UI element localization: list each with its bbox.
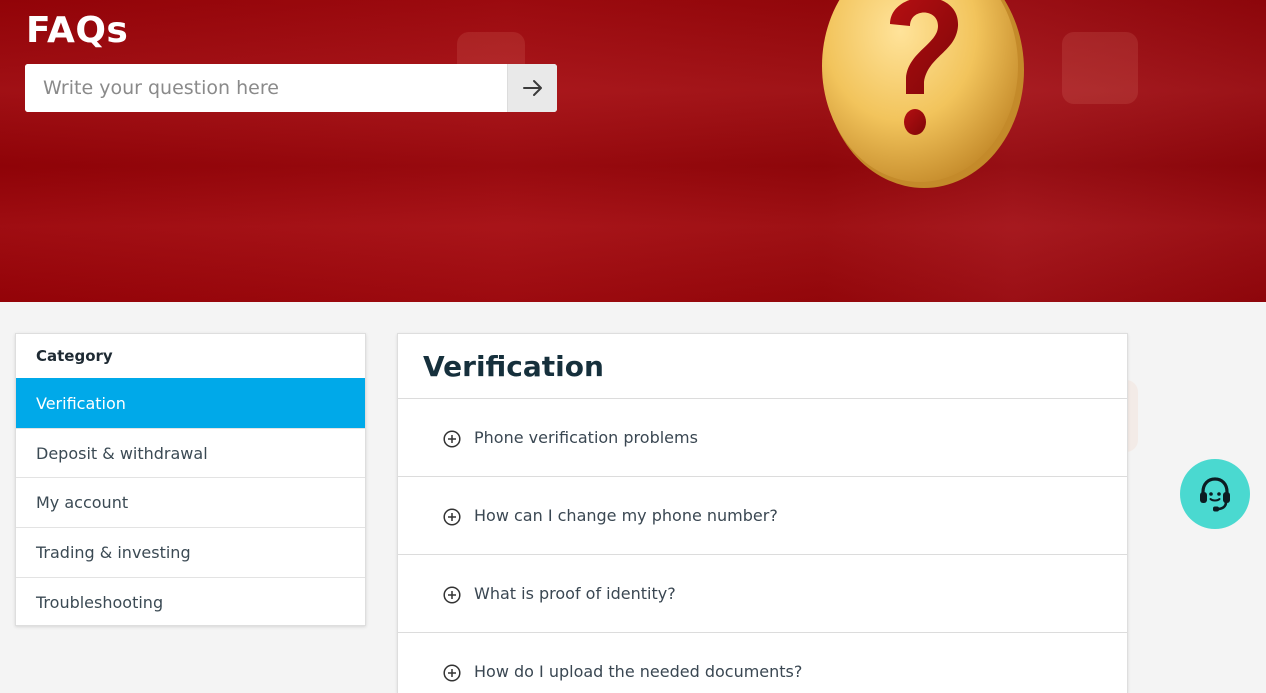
section-title: Verification (423, 350, 604, 383)
plus-circle-icon (443, 585, 461, 604)
faq-question: How can I change my phone number? (474, 506, 778, 525)
category-item-troubleshooting[interactable]: Troubleshooting (16, 576, 365, 627)
category-label: Troubleshooting (36, 592, 164, 612)
category-item-my-account[interactable]: My account (16, 477, 365, 527)
search-input[interactable] (25, 64, 507, 112)
plus-circle-icon (443, 507, 461, 526)
faq-question: Phone verification problems (474, 428, 698, 447)
faq-question: What is proof of identity? (474, 584, 676, 603)
category-label: Verification (36, 393, 126, 413)
category-label: Deposit & withdrawal (36, 443, 208, 463)
sidebar-heading: Category (36, 347, 113, 365)
faq-question: How do I upload the needed documents? (474, 662, 803, 681)
search-bar (25, 64, 557, 112)
faq-item[interactable]: How do I upload the needed documents? (398, 632, 1127, 693)
page-title: FAQs (26, 10, 129, 51)
faq-item[interactable]: What is proof of identity? (398, 554, 1127, 632)
category-item-deposit-withdrawal[interactable]: Deposit & withdrawal (16, 427, 365, 478)
category-item-trading-investing[interactable]: Trading & investing (16, 527, 365, 577)
arrow-right-icon (522, 80, 542, 96)
faq-panel: Verification Phone verification problems… (397, 333, 1128, 693)
faq-item[interactable]: Phone verification problems (398, 398, 1127, 476)
support-chat-button[interactable] (1180, 459, 1250, 529)
category-label: My account (36, 493, 129, 513)
category-label: Trading & investing (36, 542, 191, 562)
faq-item[interactable]: How can I change my phone number? (398, 476, 1127, 554)
search-submit-button[interactable] (507, 64, 557, 112)
watermark-logo (1060, 28, 1140, 110)
plus-circle-icon (443, 429, 461, 448)
category-item-verification[interactable]: Verification (16, 378, 365, 428)
headset-icon (1200, 477, 1230, 512)
plus-circle-icon (443, 663, 461, 682)
question-mark-coin-illustration (822, 0, 1024, 188)
hero-banner: FAQs (0, 0, 1266, 302)
category-sidebar: Category Verification Deposit & withdraw… (15, 333, 366, 626)
